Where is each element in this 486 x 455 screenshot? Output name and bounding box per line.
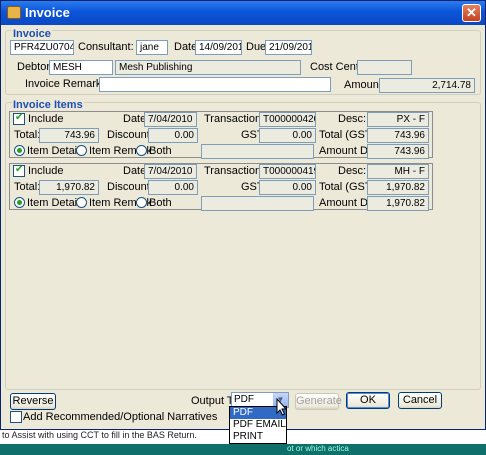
mouse-cursor-icon bbox=[276, 398, 288, 416]
item-1-total-label: Total: bbox=[14, 129, 41, 141]
item-1-amount-due-field: 743.96 bbox=[367, 144, 429, 159]
item-1-include-checkbox[interactable] bbox=[13, 112, 25, 125]
output-option-print[interactable]: PRINT bbox=[230, 431, 286, 443]
item-2-discount-field: 0.00 bbox=[148, 180, 198, 195]
item-2-total-gst-field: 1,970.82 bbox=[367, 180, 429, 195]
item-1-desc-label: Desc: bbox=[338, 113, 367, 125]
item-2-total-field: 1,970.82 bbox=[39, 180, 99, 195]
amount-field: 2,714.78 bbox=[379, 78, 475, 93]
background-teal-bar bbox=[0, 444, 486, 455]
due-field[interactable]: 21/09/2011 bbox=[265, 40, 312, 55]
item-1-discount-label: Discount: bbox=[107, 129, 153, 141]
item-1-date-field: 7/04/2010 bbox=[144, 112, 197, 127]
output-option-pdf-email[interactable]: PDF EMAIL bbox=[230, 419, 286, 431]
item-2-radio-item-remark[interactable] bbox=[76, 197, 87, 208]
item-2-amount-due-field: 1,970.82 bbox=[367, 196, 429, 211]
item-2-radio-both-label: Both bbox=[149, 197, 172, 209]
item-1-radio-both-label: Both bbox=[149, 145, 172, 157]
item-2-radio-item-detail[interactable] bbox=[14, 197, 25, 208]
item-2-radio-both[interactable] bbox=[136, 197, 147, 208]
item-2-discount-label: Discount: bbox=[107, 181, 153, 193]
item-2-date-field: 7/04/2010 bbox=[144, 164, 197, 179]
debtor-code-field[interactable]: MESH bbox=[49, 60, 113, 75]
item-1-radio-item-remark[interactable] bbox=[76, 145, 87, 156]
item-1-total-field: 743.96 bbox=[39, 128, 99, 143]
invoice-window: Invoice ✕ Invoice PFR4ZU070410 Consultan… bbox=[0, 0, 486, 430]
ok-button[interactable]: OK bbox=[346, 392, 390, 409]
item-1-include-label: Include bbox=[28, 113, 64, 125]
item-1-gst-field: 0.00 bbox=[259, 128, 316, 143]
output-to-value: PDF bbox=[234, 394, 254, 405]
item-1-txn-field: T000000420 bbox=[259, 112, 316, 127]
narratives-checkbox[interactable] bbox=[10, 411, 22, 423]
item-1-remark-field bbox=[201, 144, 314, 159]
item-2-desc-field: MH - F bbox=[367, 164, 429, 179]
date-field[interactable]: 14/09/2011 bbox=[195, 40, 242, 55]
item-1-radio-item-detail[interactable] bbox=[14, 145, 25, 156]
item-1-radio-item-detail-label: Item Detail bbox=[27, 145, 80, 157]
generate-button[interactable]: Generate bbox=[295, 393, 342, 410]
invoice-remarks-label: Invoice Remarks bbox=[25, 78, 107, 90]
item-2-remark-field bbox=[201, 196, 314, 211]
item-1-radio-both[interactable] bbox=[136, 145, 147, 156]
cost-centre-field[interactable] bbox=[357, 60, 412, 75]
item-2-total-label: Total: bbox=[14, 181, 41, 193]
item-2-radio-item-detail-label: Item Detail bbox=[27, 197, 80, 209]
reverse-button[interactable]: Reverse bbox=[10, 393, 56, 410]
background-text: to Assist with using CCT to fill in the … bbox=[2, 430, 197, 440]
invoice-number-field[interactable]: PFR4ZU070410 bbox=[10, 40, 74, 55]
debtor-label: Debtor: bbox=[17, 61, 54, 73]
invoice-remarks-field[interactable] bbox=[99, 77, 331, 92]
invoice-items-title: Invoice Items bbox=[12, 99, 84, 111]
item-1-discount-field: 0.00 bbox=[148, 128, 198, 143]
item-2-gst-field: 0.00 bbox=[259, 180, 316, 195]
item-1-desc-field: PX - F bbox=[367, 112, 429, 127]
invoice-group-title: Invoice bbox=[12, 28, 52, 40]
item-2-include-checkbox[interactable] bbox=[13, 164, 25, 177]
window-title: Invoice bbox=[25, 5, 70, 20]
consultant-field[interactable]: jane bbox=[136, 40, 168, 55]
item-2-desc-label: Desc: bbox=[338, 165, 367, 177]
consultant-label: Consultant: bbox=[78, 41, 134, 53]
item-2-include-label: Include bbox=[28, 165, 64, 177]
app-icon bbox=[7, 6, 21, 19]
close-button[interactable]: ✕ bbox=[462, 4, 481, 22]
debtor-name-field: Mesh Publishing bbox=[115, 60, 301, 75]
cancel-button[interactable]: Cancel bbox=[398, 392, 442, 409]
item-1-total-gst-field: 743.96 bbox=[367, 128, 429, 143]
title-bar[interactable]: Invoice ✕ bbox=[1, 1, 485, 25]
narratives-label: Add Recommended/Optional Narratives bbox=[23, 411, 218, 423]
background-teal-text: ot or which actica bbox=[287, 444, 349, 453]
item-2-txn-field: T000000419 bbox=[259, 164, 316, 179]
